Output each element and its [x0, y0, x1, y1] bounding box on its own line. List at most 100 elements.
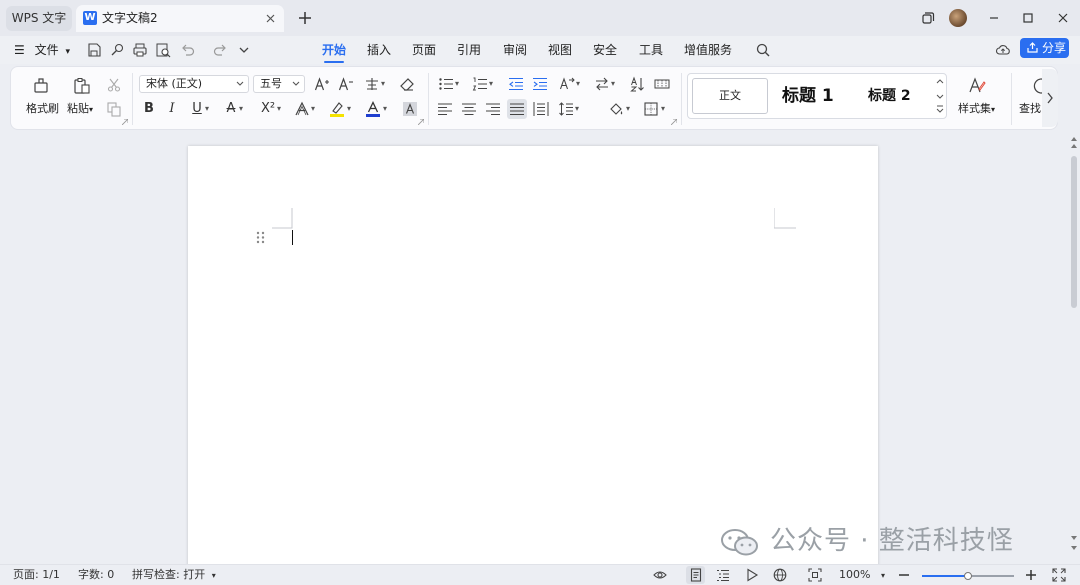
shading-bucket-icon[interactable] — [608, 101, 624, 117]
user-avatar[interactable] — [949, 9, 967, 27]
align-left-icon[interactable] — [437, 101, 453, 117]
shading-dropdown-icon[interactable]: ▾ — [626, 104, 630, 113]
styles-scroll-arrows-icon[interactable] — [935, 76, 945, 116]
italic-icon[interactable]: I — [164, 101, 180, 117]
text-direction-icon[interactable] — [559, 76, 575, 92]
file-menu[interactable]: ☰ 文件 ▾ — [14, 41, 70, 59]
scroll-up-arrow-icon[interactable] — [1071, 137, 1077, 141]
paragraph-direction-icon[interactable] — [594, 76, 610, 92]
text-effects-dropdown-icon[interactable]: ▾ — [311, 104, 315, 113]
bold-icon[interactable]: B — [141, 101, 157, 117]
underline-icon[interactable]: U — [189, 101, 205, 117]
bullet-list-dropdown-icon[interactable]: ▾ — [455, 79, 459, 88]
search-icon[interactable] — [755, 42, 771, 58]
tab-home[interactable]: 开始 — [322, 40, 346, 63]
find-button[interactable]: 查找 — [1019, 103, 1041, 115]
justify-icon[interactable] — [509, 101, 525, 117]
tab-tools[interactable]: 工具 — [639, 40, 663, 60]
redo-icon[interactable] — [212, 42, 228, 58]
eye-protection-icon[interactable] — [653, 568, 667, 582]
style-heading-1[interactable]: 标题 1 — [782, 82, 834, 110]
borders-dropdown-icon[interactable]: ▾ — [661, 104, 665, 113]
numbered-list-icon[interactable] — [472, 76, 488, 92]
spellcheck-status[interactable]: 拼写检查: 打开 ▾ — [132, 568, 216, 583]
cut-icon[interactable] — [106, 77, 122, 93]
style-normal[interactable]: 正文 — [692, 78, 768, 114]
superscript-icon[interactable]: X² — [260, 101, 276, 117]
undo-icon[interactable] — [180, 42, 196, 58]
clipboard-dialog-launcher-icon[interactable] — [122, 119, 128, 125]
strikethrough-dropdown-icon[interactable]: ▾ — [239, 104, 243, 113]
format-painter-button[interactable]: 格式刷 — [26, 103, 59, 115]
zoom-slider-knob[interactable] — [964, 572, 972, 580]
align-right-icon[interactable] — [485, 101, 501, 117]
reading-mode-play-icon[interactable] — [745, 568, 759, 582]
minimize-icon[interactable] — [986, 10, 1002, 26]
zoom-out-minus-icon[interactable] — [897, 568, 911, 582]
new-tab-plus-icon[interactable] — [296, 9, 314, 27]
phonetic-guide-icon[interactable] — [364, 76, 380, 92]
tab-insert[interactable]: 插入 — [367, 40, 391, 60]
print-icon[interactable] — [132, 42, 148, 58]
font-name-select[interactable]: 宋体 (正文) — [139, 75, 249, 93]
tab-value-added-services[interactable]: 增值服务 — [684, 40, 732, 60]
web-layout-globe-icon[interactable] — [773, 568, 787, 582]
format-painter-icon[interactable] — [32, 77, 50, 95]
line-spacing-dropdown-icon[interactable]: ▾ — [575, 104, 579, 113]
character-shading-icon[interactable] — [402, 101, 418, 117]
highlight-dropdown-icon[interactable]: ▾ — [347, 104, 351, 113]
drag-handle-icon[interactable] — [256, 231, 265, 244]
borders-icon[interactable] — [643, 101, 659, 117]
close-window-icon[interactable] — [1055, 10, 1071, 26]
zoom-slider[interactable] — [922, 572, 1014, 580]
share-button[interactable]: 分享 — [1020, 38, 1069, 58]
superscript-dropdown-icon[interactable]: ▾ — [277, 104, 281, 113]
export-pdf-icon[interactable] — [109, 42, 125, 58]
font-color-icon[interactable] — [365, 101, 381, 117]
style-set-icon[interactable] — [968, 77, 986, 95]
decrease-font-size-icon[interactable] — [338, 76, 354, 92]
zoom-level-select[interactable]: 100% ▾ — [839, 568, 885, 583]
style-heading-2[interactable]: 标题 2 — [868, 84, 911, 108]
tab-view[interactable]: 视图 — [548, 40, 572, 60]
page-count[interactable]: 页面: 1/1 — [13, 568, 60, 582]
scroll-down-arrow-icon[interactable] — [1071, 536, 1077, 540]
align-center-icon[interactable] — [461, 101, 477, 117]
word-count[interactable]: 字数: 0 — [78, 568, 114, 582]
tab-references[interactable]: 引用 — [457, 40, 481, 60]
more-quick-access-chevron-icon[interactable] — [236, 42, 252, 58]
highlight-color-icon[interactable] — [329, 101, 345, 117]
phonetic-dropdown-icon[interactable]: ▾ — [381, 79, 385, 88]
tab-page[interactable]: 页面 — [412, 40, 436, 60]
ribbon-scroll-right[interactable] — [1042, 69, 1058, 127]
document-page[interactable] — [188, 146, 878, 576]
text-direction-dropdown-icon[interactable]: ▾ — [576, 79, 580, 88]
tab-review[interactable]: 审阅 — [503, 40, 527, 60]
tab-security[interactable]: 安全 — [593, 40, 617, 60]
underline-dropdown-icon[interactable]: ▾ — [205, 104, 209, 113]
numbered-list-dropdown-icon[interactable]: ▾ — [489, 79, 493, 88]
sort-icon[interactable] — [630, 76, 646, 92]
tab-document[interactable]: W 文字文稿2 — [76, 5, 284, 32]
print-preview-icon[interactable] — [155, 42, 171, 58]
cloud-upload-icon[interactable] — [995, 42, 1011, 58]
show-hide-formatting-icon[interactable] — [654, 76, 670, 92]
bullet-list-icon[interactable] — [438, 76, 454, 92]
font-color-dropdown-icon[interactable]: ▾ — [383, 104, 387, 113]
copy-icon[interactable] — [106, 101, 122, 117]
maximize-icon[interactable] — [1020, 10, 1036, 26]
font-size-select[interactable]: 五号 — [253, 75, 305, 93]
fullscreen-icon[interactable] — [1052, 568, 1066, 582]
font-dialog-launcher-icon[interactable] — [418, 119, 424, 125]
outline-view-icon[interactable] — [716, 568, 730, 582]
line-spacing-icon[interactable] — [558, 101, 574, 117]
clear-formatting-eraser-icon[interactable] — [399, 76, 415, 92]
paste-button[interactable]: 粘贴▾ — [67, 103, 93, 116]
tab-wps-home[interactable]: WPS 文字 — [6, 6, 72, 31]
paragraph-direction-dropdown-icon[interactable]: ▾ — [611, 79, 615, 88]
increase-font-size-icon[interactable] — [314, 76, 330, 92]
page-view-icon[interactable] — [689, 568, 703, 582]
style-set-button[interactable]: 样式集▾ — [958, 103, 995, 116]
vertical-scrollbar[interactable] — [1068, 132, 1080, 564]
decrease-indent-icon[interactable] — [508, 76, 524, 92]
